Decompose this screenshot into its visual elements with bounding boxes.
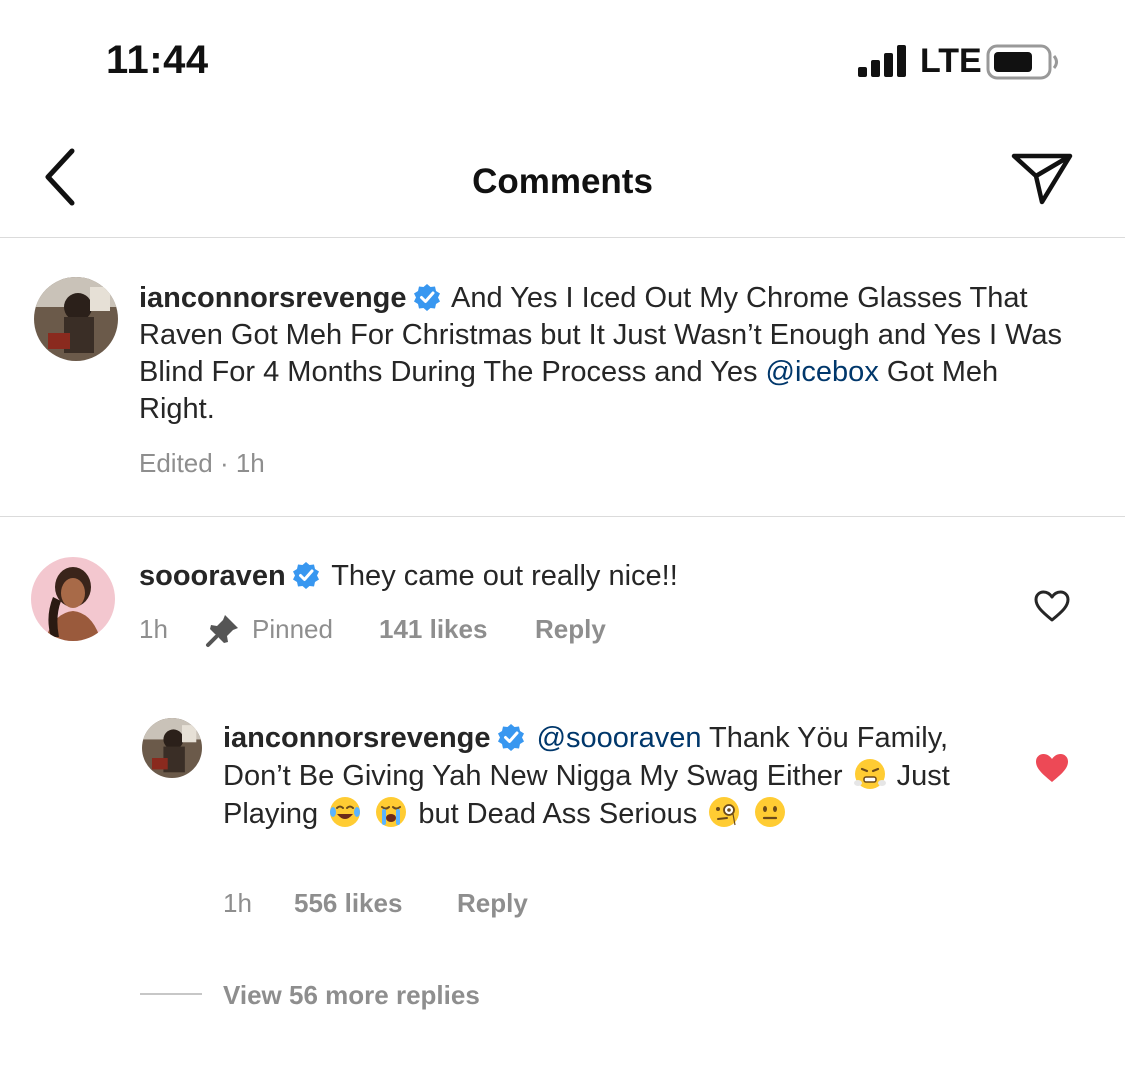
steam-face-emoji	[853, 759, 886, 789]
monocle-face-emoji	[709, 797, 740, 827]
reply-time: 1h	[223, 888, 252, 918]
comment-username[interactable]: soooraven	[139, 560, 286, 592]
reply-text: ianconnorsrevenge @soooraven Thank Yöu F…	[223, 720, 993, 833]
reply-likes[interactable]: 556 likes	[294, 888, 402, 919]
verified-badge-icon	[413, 284, 440, 311]
caption-username[interactable]: ianconnorsrevenge	[139, 282, 407, 314]
neutral-face-emoji	[755, 797, 786, 827]
reply-username[interactable]: ianconnorsrevenge	[223, 722, 491, 754]
send-icon[interactable]	[1010, 150, 1074, 206]
verified-badge-icon	[497, 724, 524, 751]
comment-time: 1h	[139, 614, 168, 644]
view-more-replies-button[interactable]: View 56 more replies	[223, 980, 480, 1011]
heart-outline-icon[interactable]	[1033, 588, 1071, 624]
heart-filled-icon[interactable]	[1033, 750, 1071, 786]
reply-mention[interactable]: @soooraven	[537, 722, 702, 754]
battery-icon	[986, 44, 1058, 80]
verified-badge-icon	[292, 562, 319, 589]
caption-meta: Edited · 1h	[139, 448, 265, 478]
pin-icon	[206, 615, 238, 647]
caption-text: ianconnorsrevenge And Yes I Iced Out My …	[139, 280, 1079, 428]
avatar-ianconnorsrevenge-reply[interactable]	[142, 718, 202, 778]
network-type: LTE	[920, 42, 982, 80]
comment-body: They came out really nice!!	[331, 560, 678, 592]
caption-divider	[0, 516, 1125, 517]
caption-mention[interactable]: @icebox	[766, 356, 879, 388]
page-title: Comments	[472, 162, 653, 201]
reply-body-3: but Dead Ass Serious	[418, 798, 698, 830]
reply-reply-button[interactable]: Reply	[457, 888, 528, 919]
comment-text: soooraven They came out really nice!!	[139, 558, 999, 595]
loudly-crying-emoji	[376, 797, 407, 827]
pinned-label: Pinned	[252, 614, 333, 644]
header-divider	[0, 237, 1125, 238]
comment-likes[interactable]: 141 likes	[379, 614, 487, 645]
status-time: 11:44	[106, 38, 209, 82]
view-more-line	[140, 993, 202, 995]
comment-reply-button[interactable]: Reply	[535, 614, 606, 645]
avatar-ianconnorsrevenge[interactable]	[34, 277, 118, 361]
tears-of-joy-emoji	[330, 797, 361, 827]
signal-icon	[858, 45, 906, 77]
avatar-soooraven[interactable]	[31, 557, 115, 641]
